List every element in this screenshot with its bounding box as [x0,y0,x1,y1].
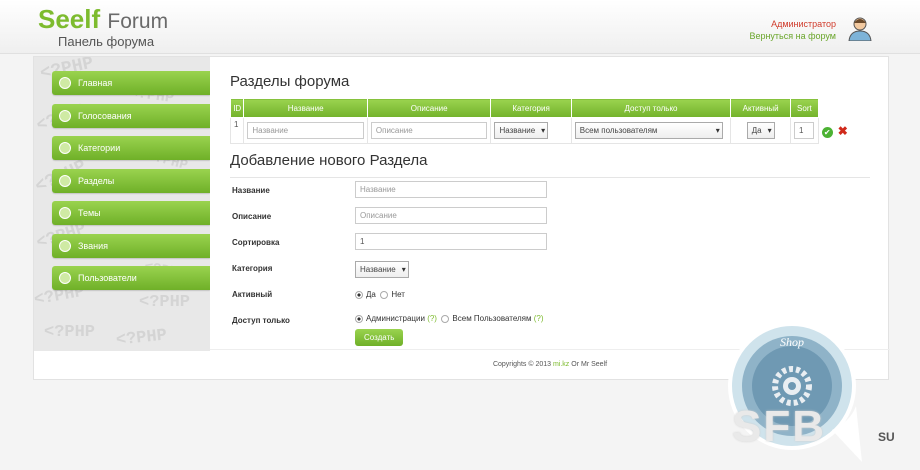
row-name-input[interactable]: Название [247,122,364,139]
user-area: Администратор Вернуться на форум [749,18,836,42]
menu-dot-icon [59,207,71,219]
column-header: Категория [490,98,572,118]
column-header: Sort [790,98,819,118]
active-radio-group: Да Нет [355,290,405,299]
table-row: 1 Название Описание Название Всем пользо… [229,117,860,144]
row-sort-input[interactable]: 1 [794,122,814,139]
sections-table: ID Название Описание Категория Доступ то… [229,98,861,144]
menu-dot-icon [59,142,71,154]
category-label: Категория [232,264,273,273]
sidebar-item-topics[interactable]: Темы [52,201,210,225]
footer-link[interactable]: mi.kz [553,361,569,368]
cell-id: 1 [229,117,245,144]
logo[interactable]: Seelf Forum Панель форума [38,6,168,49]
desc-label: Описание [232,212,272,221]
name-input[interactable]: Название [355,181,547,198]
sidebar-item-users[interactable]: Пользователи [52,266,210,290]
menu-dot-icon [59,77,71,89]
user-role-link[interactable]: Администратор [749,18,836,30]
row-category-select[interactable]: Название [494,122,549,139]
sort-input[interactable]: 1 [355,233,547,250]
main-content: Разделы форума ID Название Описание Кате… [229,67,880,346]
sidebar-item-polls[interactable]: Голосования [52,103,210,128]
sidebar-menu: Главная Голосования Категории Разделы Те… [52,71,210,299]
column-header: Активный [730,98,791,118]
access-admin-radio[interactable] [355,314,363,323]
sidebar-item-categories[interactable]: Категории [52,136,210,160]
menu-dot-icon [59,272,71,284]
save-check-icon[interactable]: ✔ [821,126,833,138]
logo-forum: Forum [107,10,169,33]
help-hint[interactable]: (?) [427,314,437,323]
column-header: Описание [366,98,492,118]
access-label: Доступ только [232,316,290,325]
active-yes-radio[interactable] [355,290,363,299]
column-header: Доступ только [570,98,732,118]
svg-text:Shop: Shop [780,335,804,349]
desc-input[interactable]: Описание [355,207,547,224]
row-active-select[interactable]: Да [746,122,775,139]
actions-header [817,98,861,118]
access-radio-group: Администрации (?) Всем Пользователям (?) [355,314,544,323]
sort-label: Сортировка [232,238,280,247]
menu-dot-icon [59,239,71,252]
access-all-radio[interactable] [441,314,450,323]
logo-seelf: Seelf [38,4,101,34]
row-desc-input[interactable]: Описание [370,122,488,139]
watermark-logo-text: SFB [732,402,826,451]
add-section-form: Название Название Описание Описание Сорт… [230,177,870,346]
name-label: Название [232,186,270,195]
sidebar-item-ranks[interactable]: Звания [52,233,210,258]
row-access-select[interactable]: Всем пользователям [574,122,723,139]
menu-dot-icon [59,109,71,122]
active-label: Активный [232,290,273,299]
panel-subtitle: Панель форума [58,34,155,49]
column-header: Название [243,98,368,118]
help-hint[interactable]: (?) [534,314,544,323]
user-avatar-icon[interactable] [846,15,874,41]
sections-title: Разделы форума [230,73,350,90]
header: Seelf Forum Панель форума Администратор … [0,0,920,54]
active-no-radio[interactable] [380,290,389,299]
sidebar: <?PHP <?PHP <?PHP <?PHP <?PHP <?PHP <?PH… [34,57,210,351]
delete-x-icon[interactable]: ✖ [838,124,848,138]
category-select[interactable]: Название [355,261,409,278]
menu-dot-icon [59,174,71,187]
column-header: ID [229,98,245,118]
add-section-title: Добавление нового Раздела [230,152,428,169]
back-to-forum-link[interactable]: Вернуться на форум [749,30,836,42]
watermark-suffix: SU [878,430,895,444]
sidebar-item-home[interactable]: Главная [52,71,210,95]
sidebar-item-sections[interactable]: Разделы [52,168,210,193]
